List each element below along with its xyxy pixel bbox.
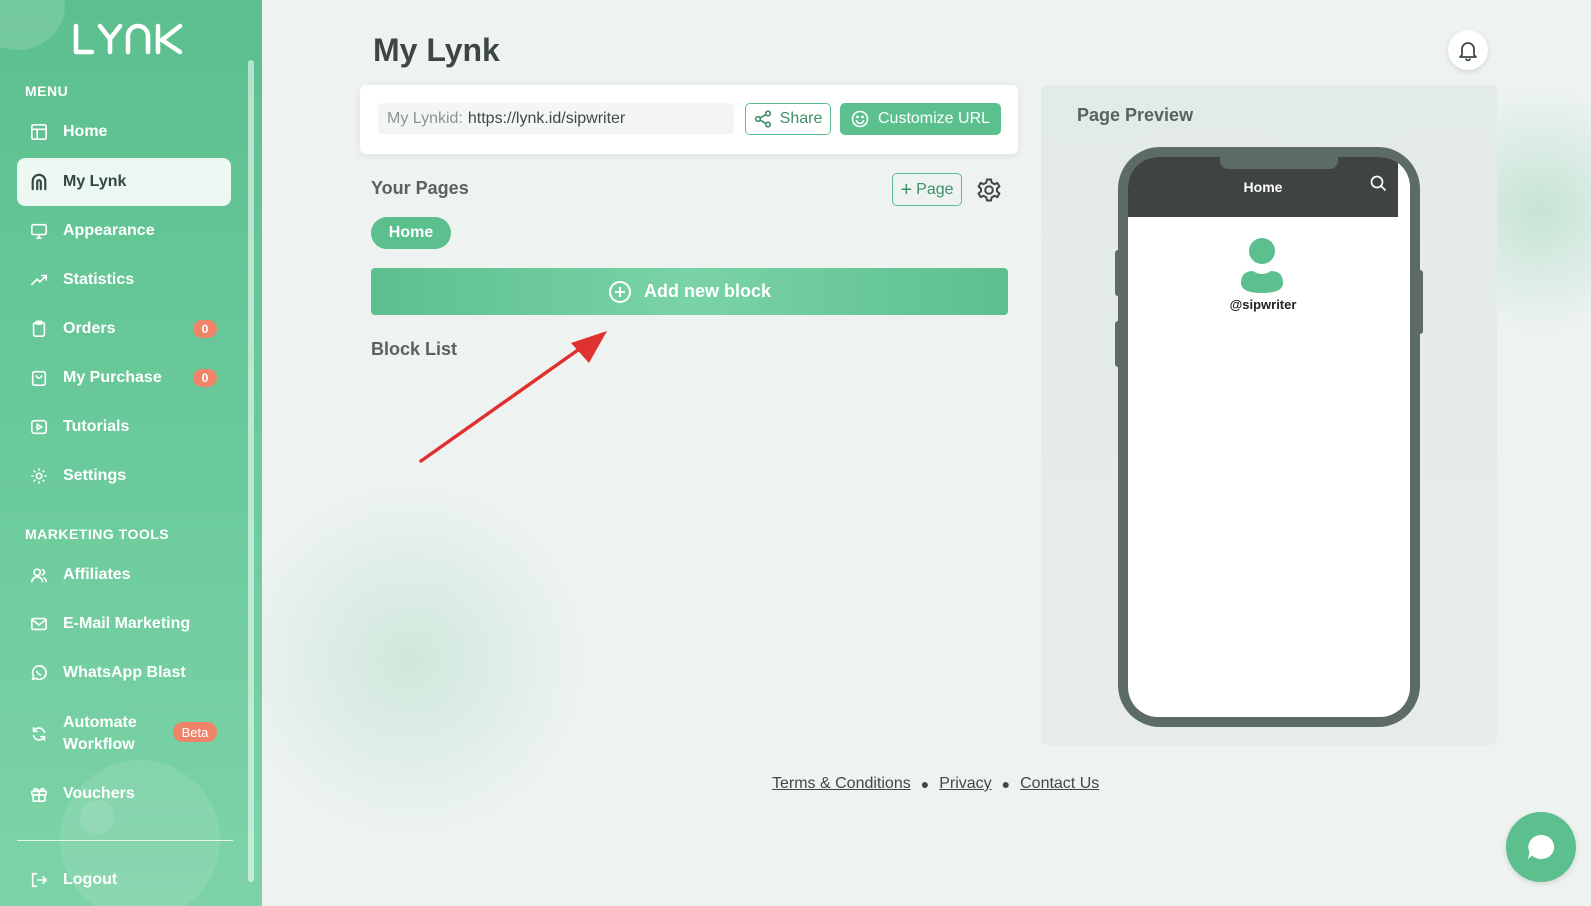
refresh-icon	[29, 724, 49, 744]
add-page-button[interactable]: + Page	[892, 173, 962, 206]
orders-count-badge: 0	[193, 320, 217, 338]
play-icon	[29, 417, 49, 437]
sidebar-item-settings[interactable]: Settings	[17, 452, 231, 500]
sidebar-item-label: WhatsApp Blast	[63, 664, 186, 681]
logout-icon	[29, 870, 49, 890]
menu-section-label: MENU	[25, 83, 69, 99]
chat-button[interactable]	[1506, 812, 1576, 882]
gift-icon	[29, 784, 49, 804]
sidebar-item-label: Tutorials	[63, 418, 130, 435]
whatsapp-icon	[29, 663, 49, 683]
add-page-label: Page	[916, 180, 954, 198]
monitor-icon	[29, 221, 49, 241]
share-icon	[754, 110, 771, 128]
lynkid-card: My Lynkid: https://lynk.id/sipwriter Sha…	[360, 85, 1018, 154]
preview-username: @sipwriter	[1229, 297, 1297, 312]
contact-link[interactable]: Contact Us	[1020, 775, 1099, 793]
terms-link[interactable]: Terms & Conditions	[772, 775, 911, 793]
separator-dot: ●	[1001, 776, 1011, 792]
sidebar-item-my-purchase[interactable]: My Purchase 0	[17, 354, 231, 402]
sidebar-item-label-group: Automate Workflow	[63, 712, 137, 756]
gear-icon	[29, 466, 49, 486]
page-title: My Lynk	[373, 32, 500, 68]
footer-links: Terms & Conditions ● Privacy ● Contact U…	[772, 775, 1099, 793]
sidebar: MENU Home My Lynk Appearance Statistics …	[0, 0, 262, 906]
decor-circle	[0, 0, 65, 50]
bag-icon	[29, 368, 49, 388]
phone-screen: Home @sipwriter	[1128, 157, 1410, 717]
lynk-icon	[29, 172, 49, 192]
sidebar-item-label: My Purchase	[63, 369, 162, 386]
sidebar-item-label: Workflow	[63, 736, 135, 753]
sidebar-item-orders[interactable]: Orders 0	[17, 305, 231, 353]
sidebar-item-logout[interactable]: Logout	[17, 856, 231, 904]
sidebar-scrollbar[interactable]	[248, 60, 254, 882]
notification-button[interactable]	[1448, 30, 1488, 70]
separator-dot: ●	[920, 776, 930, 792]
sidebar-item-label: My Lynk	[63, 173, 127, 190]
mail-icon	[29, 614, 49, 634]
sidebar-item-label: Appearance	[63, 222, 155, 239]
users-icon	[29, 565, 49, 585]
chart-line-icon	[29, 270, 49, 290]
smile-icon	[851, 110, 869, 128]
sidebar-item-label: Affiliates	[63, 566, 131, 583]
share-button[interactable]: Share	[745, 103, 831, 135]
add-new-block-button[interactable]: Add new block	[371, 268, 1008, 315]
sidebar-item-label: Settings	[63, 467, 127, 484]
phone-notch	[1220, 157, 1338, 169]
annotation-arrow-icon	[419, 331, 607, 463]
sidebar-item-home[interactable]: Home	[17, 108, 231, 156]
beta-badge: Beta	[173, 722, 217, 742]
page-preview-title: Page Preview	[1077, 105, 1194, 125]
sidebar-item-tutorials[interactable]: Tutorials	[17, 403, 231, 451]
marketing-section-label: MARKETING TOOLS	[25, 526, 170, 542]
share-label: Share	[779, 110, 823, 127]
clipboard-icon	[29, 319, 49, 339]
sidebar-item-automate-workflow[interactable]: Automate Workflow Beta	[17, 708, 231, 760]
sidebar-item-affiliates[interactable]: Affiliates	[17, 551, 231, 599]
gear-icon	[977, 178, 1001, 202]
lynkid-field[interactable]: My Lynkid: https://lynk.id/sipwriter	[378, 103, 734, 134]
chat-icon	[1528, 834, 1555, 859]
plus-circle-icon	[608, 280, 631, 303]
sidebar-item-my-lynk[interactable]: My Lynk	[17, 158, 231, 206]
add-new-block-label: Add new block	[643, 281, 771, 301]
customize-url-label: Customize URL	[877, 110, 991, 127]
sidebar-item-label: Home	[63, 123, 108, 140]
bell-icon	[1459, 42, 1477, 61]
sidebar-item-label: Automate	[63, 714, 137, 731]
customize-url-button[interactable]: Customize URL	[840, 103, 1001, 135]
phone-screen-title: Home	[1243, 179, 1283, 195]
sidebar-item-label: Vouchers	[63, 785, 135, 802]
your-pages-heading: Your Pages	[371, 178, 469, 198]
phone-mockup: Home @sipwriter	[1118, 147, 1420, 727]
sidebar-item-label: E-Mail Marketing	[63, 615, 191, 632]
plus-icon: +	[900, 178, 913, 201]
lynk-logo[interactable]	[72, 22, 184, 61]
search-icon	[1370, 175, 1387, 195]
sidebar-item-label: Orders	[63, 320, 116, 337]
purchase-count-badge: 0	[193, 369, 217, 387]
sidebar-item-whatsapp-blast[interactable]: WhatsApp Blast	[17, 649, 231, 697]
background-glow	[230, 480, 590, 840]
sidebar-item-label: Logout	[63, 871, 118, 888]
privacy-link[interactable]: Privacy	[939, 775, 991, 793]
lynkid-value: https://lynk.id/sipwriter	[467, 109, 626, 127]
sidebar-item-email-marketing[interactable]: E-Mail Marketing	[17, 600, 231, 648]
page-chip-home[interactable]: Home	[371, 217, 451, 249]
page-preview-panel: Page Preview Home @sipwriter	[1041, 85, 1497, 745]
page-settings-button[interactable]	[976, 177, 1002, 203]
lynkid-label: My Lynkid:	[387, 109, 463, 127]
sidebar-item-statistics[interactable]: Statistics	[17, 256, 231, 304]
sidebar-divider	[17, 840, 233, 841]
sidebar-item-vouchers[interactable]: Vouchers	[17, 770, 231, 818]
avatar-icon	[1241, 238, 1283, 293]
sidebar-item-appearance[interactable]: Appearance	[17, 207, 231, 255]
home-icon	[29, 122, 49, 142]
sidebar-item-label: Statistics	[63, 271, 135, 288]
